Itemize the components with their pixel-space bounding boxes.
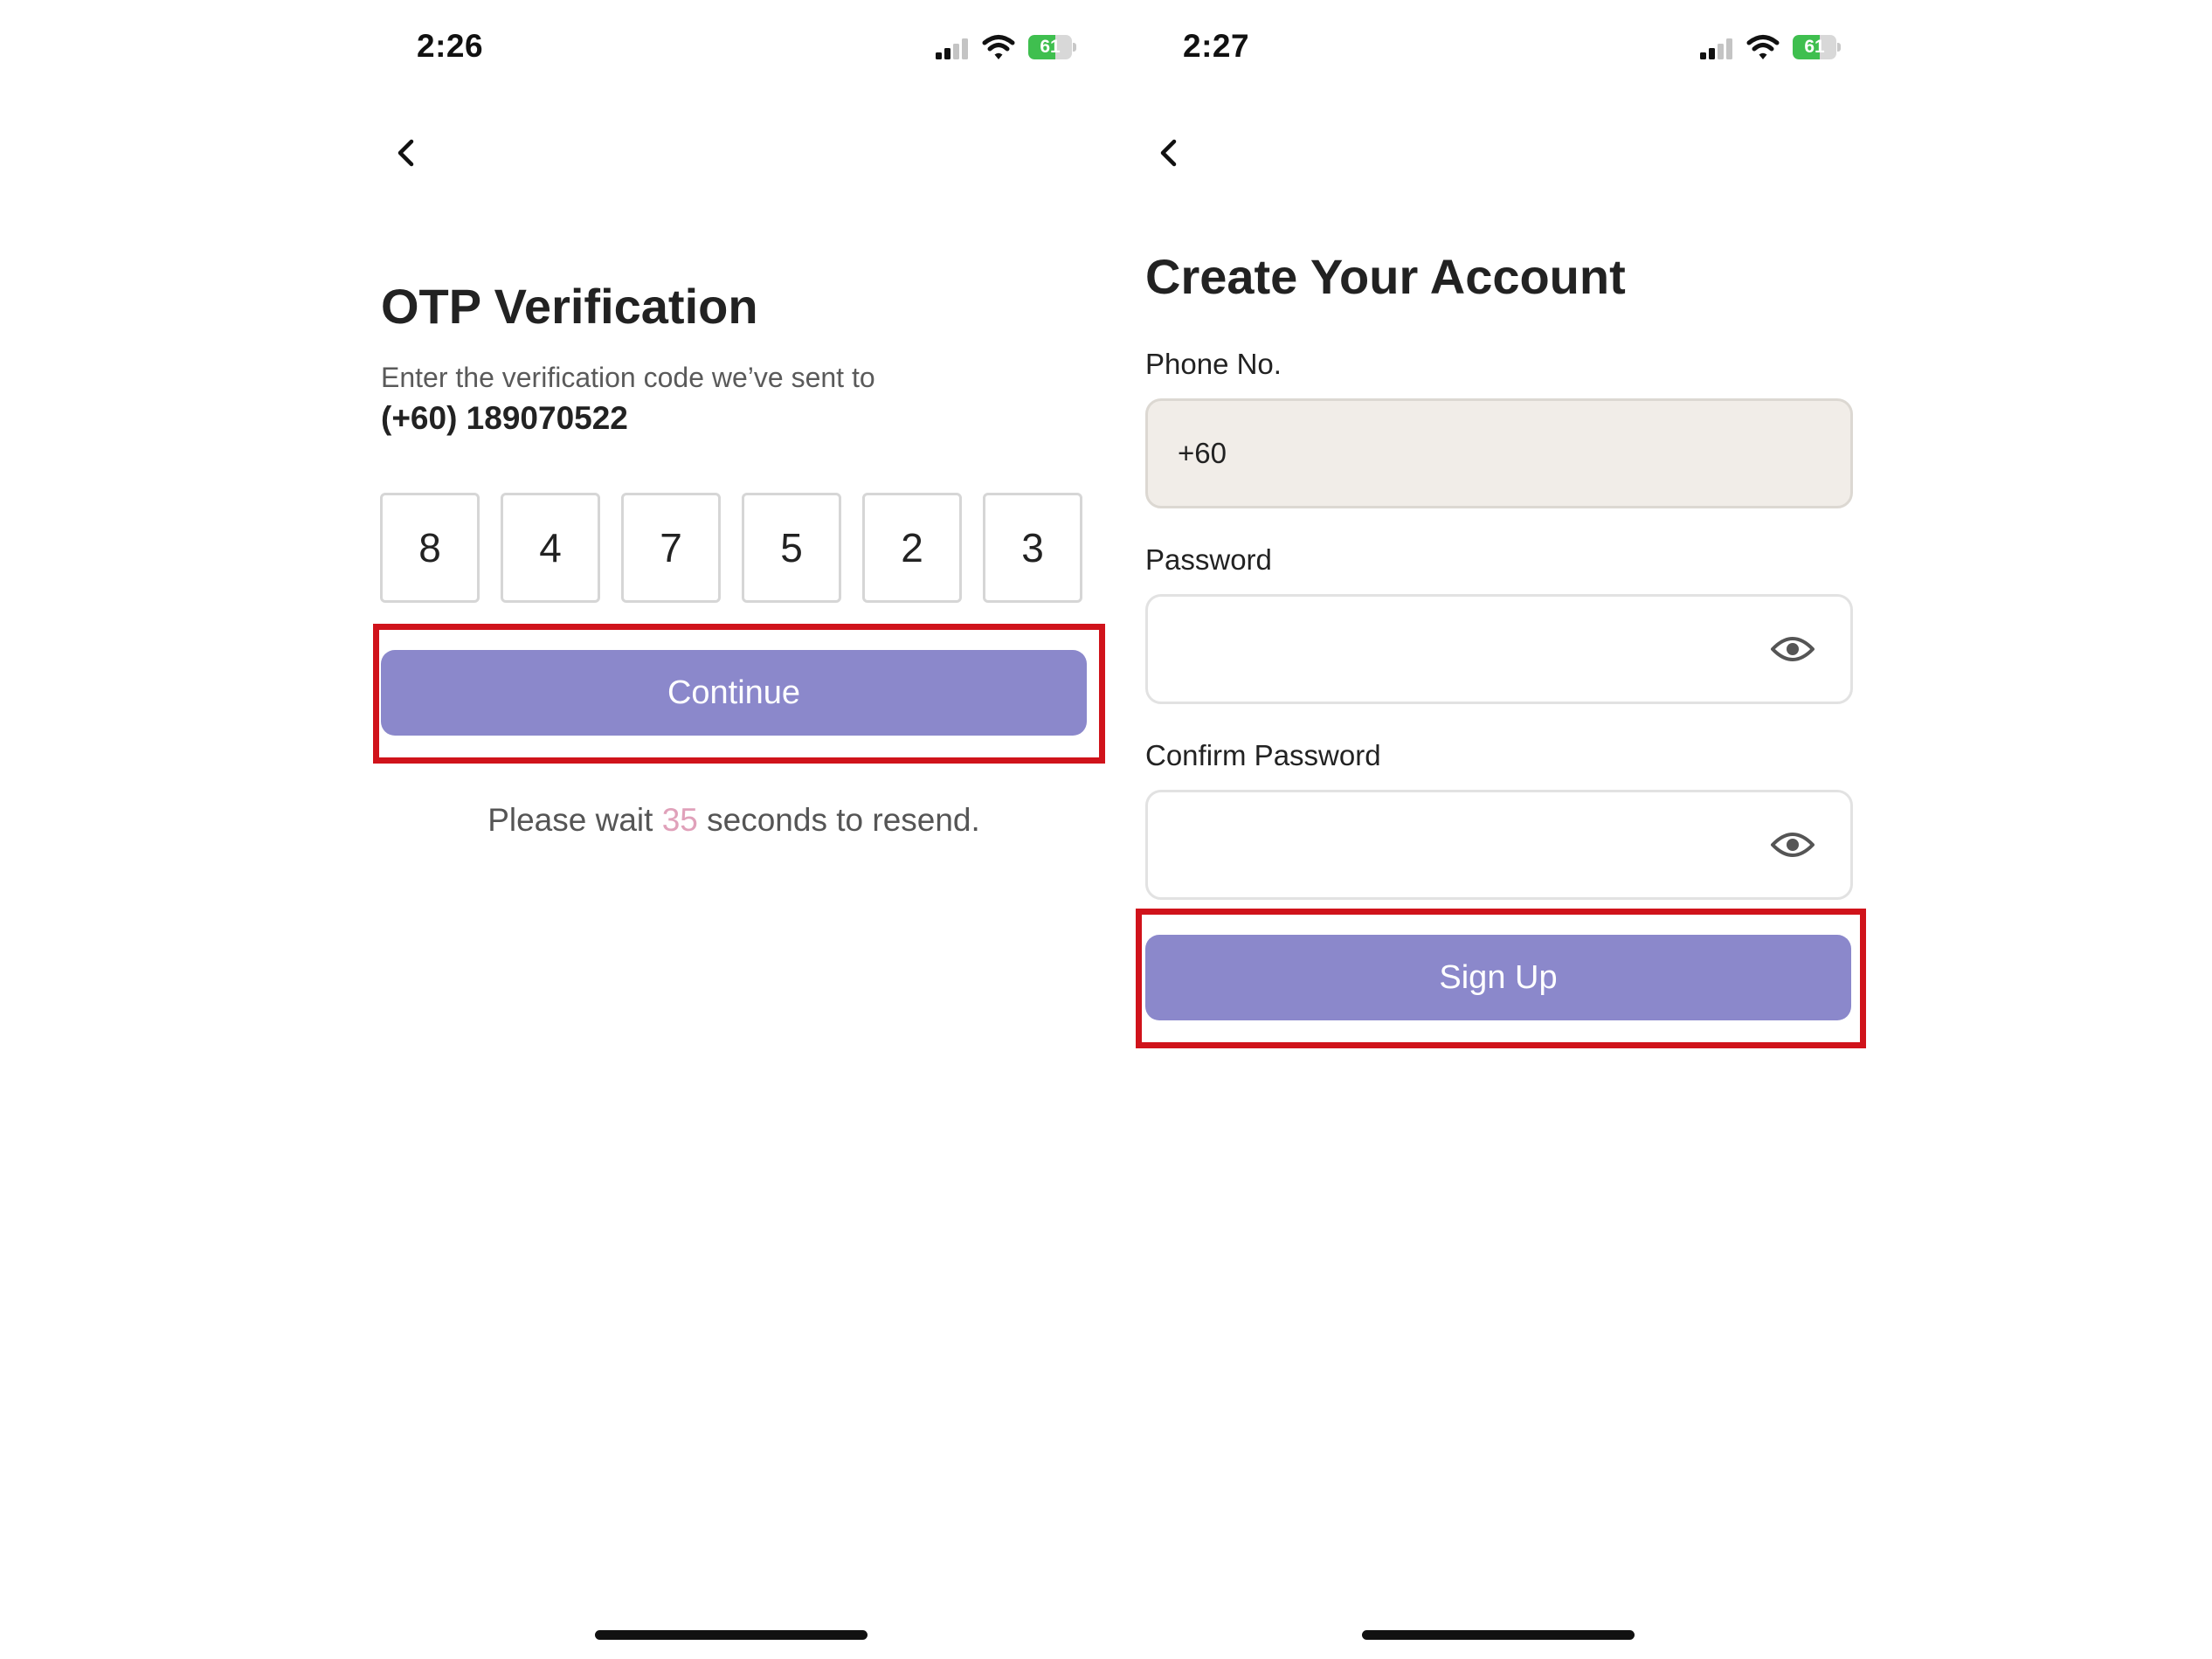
- wifi-icon: [982, 35, 1015, 59]
- eye-icon[interactable]: [1770, 630, 1815, 668]
- page-title: OTP Verification: [381, 279, 758, 334]
- confirm-password-input[interactable]: [1178, 792, 1772, 897]
- otp-digit-6[interactable]: 3: [983, 493, 1082, 603]
- otp-digit-3[interactable]: 7: [621, 493, 721, 603]
- battery-icon: 61: [1793, 35, 1842, 59]
- back-button[interactable]: [385, 131, 429, 175]
- confirm-password-field: [1145, 790, 1853, 900]
- home-indicator: [595, 1630, 868, 1640]
- back-button[interactable]: [1148, 131, 1192, 175]
- phone-label: Phone No.: [1145, 348, 1282, 380]
- signal-icon: [1700, 38, 1732, 59]
- phone-input[interactable]: [1178, 401, 1772, 506]
- home-indicator: [1362, 1630, 1635, 1640]
- status-time: 2:26: [417, 28, 484, 64]
- otp-verification-screen: 2:26 61 OTP Verification Enter the verif…: [359, 0, 1128, 1659]
- battery-percent: 61: [1040, 37, 1061, 57]
- otp-digit-5[interactable]: 2: [862, 493, 962, 603]
- otp-digit-1[interactable]: 8: [380, 493, 480, 603]
- resend-timer-text: Please wait 35 seconds to resend.: [359, 802, 1109, 839]
- wifi-icon: [1746, 35, 1780, 59]
- resend-suffix: seconds to resend.: [707, 802, 980, 838]
- signal-icon: [936, 38, 968, 59]
- battery-percent: 61: [1804, 37, 1825, 57]
- confirm-password-label: Confirm Password: [1145, 739, 1381, 771]
- create-account-screen: 2:27 61 Create Your Account Phone No. +6…: [1123, 0, 1892, 1659]
- battery-icon: 61: [1028, 35, 1077, 59]
- resend-countdown: 35: [661, 802, 698, 838]
- sign-up-button[interactable]: Sign Up: [1145, 935, 1851, 1020]
- status-icons: 61: [936, 31, 1110, 66]
- resend-prefix: Please wait: [487, 802, 653, 838]
- screenshot-stage: 2:26 61 OTP Verification Enter the verif…: [0, 0, 2212, 1659]
- otp-code-input: 8 4 7 5 2 3: [380, 493, 1086, 603]
- continue-button[interactable]: Continue: [381, 650, 1087, 736]
- chevron-left-icon: [1160, 139, 1177, 167]
- otp-phone-number: (+60) 189070522: [381, 400, 628, 436]
- phone-field: [1145, 398, 1853, 508]
- otp-digit-4[interactable]: 5: [742, 493, 841, 603]
- password-field: [1145, 594, 1853, 704]
- password-label: Password: [1145, 543, 1272, 576]
- eye-icon[interactable]: [1770, 826, 1815, 864]
- password-input[interactable]: [1178, 597, 1772, 702]
- status-icons: 61: [1700, 31, 1875, 66]
- otp-instructions: Enter the verification code we’ve sent t…: [381, 362, 875, 393]
- page-title: Create Your Account: [1145, 249, 1626, 304]
- status-time: 2:27: [1183, 28, 1250, 64]
- otp-digit-2[interactable]: 4: [501, 493, 600, 603]
- chevron-left-icon: [397, 139, 414, 167]
